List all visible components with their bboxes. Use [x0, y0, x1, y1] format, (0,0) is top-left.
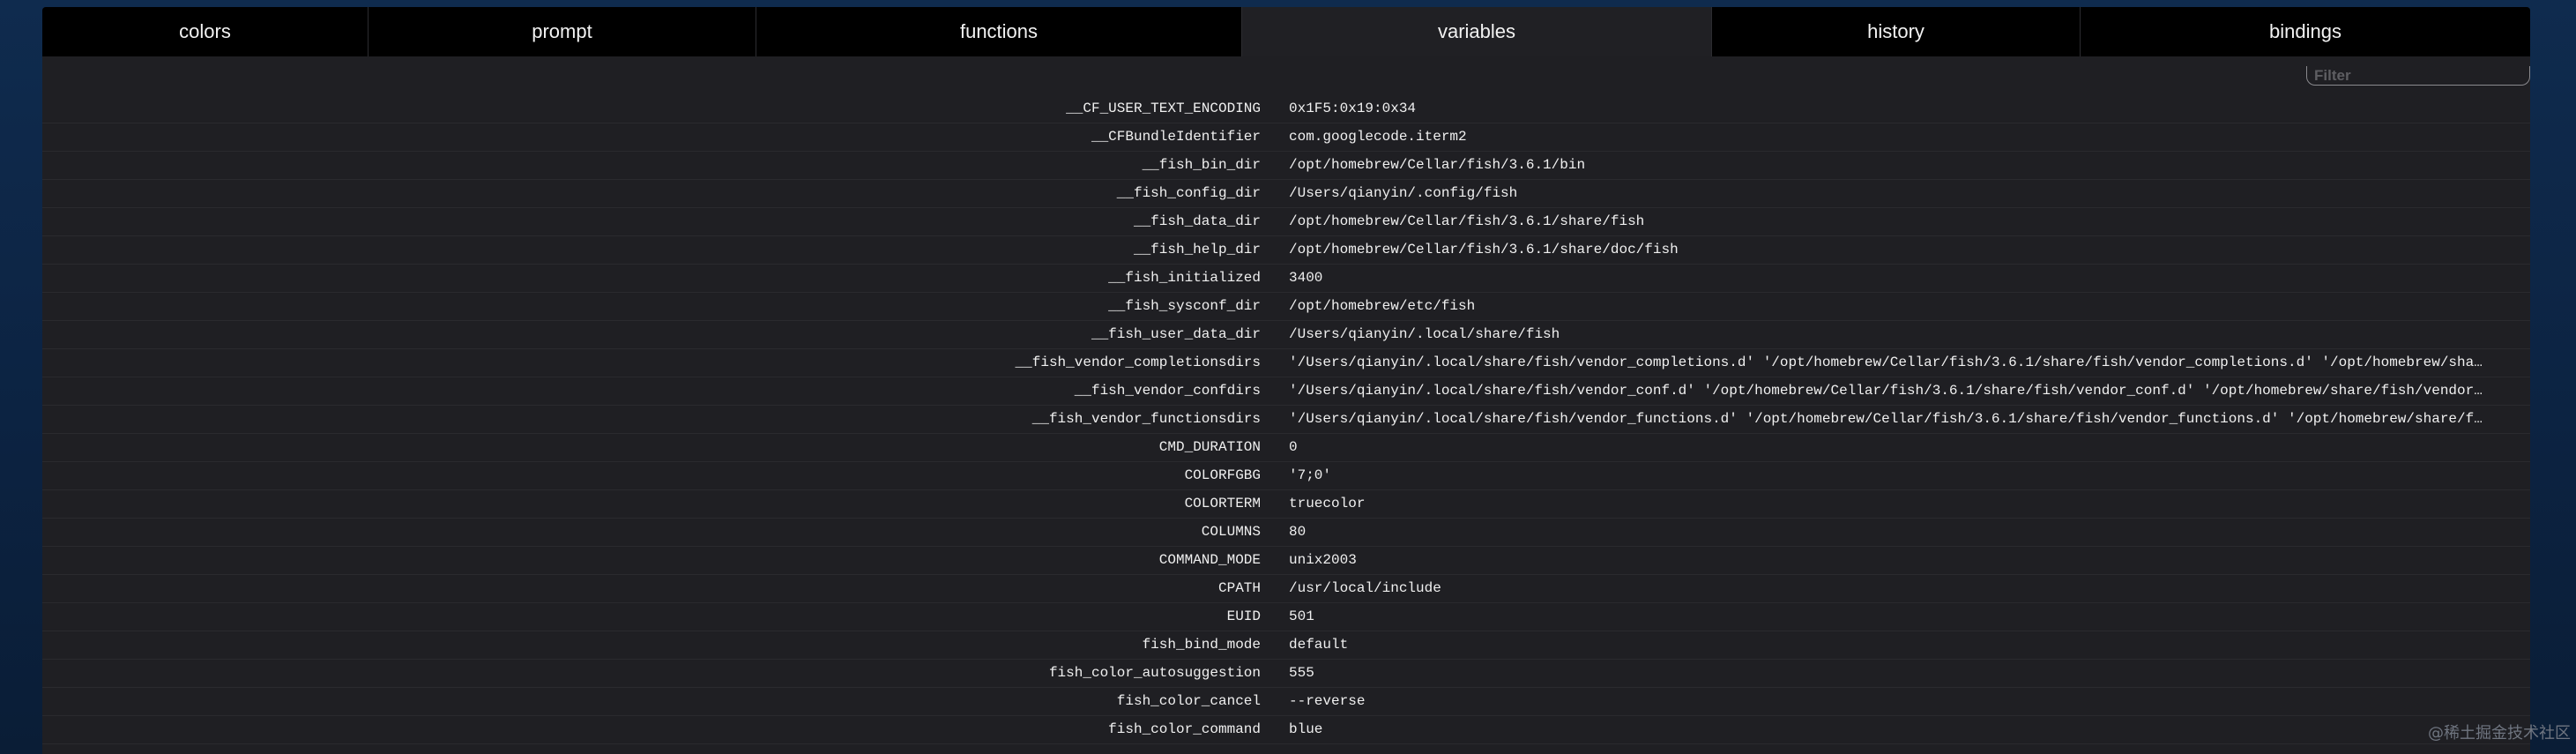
variable-name: __fish_sysconf_dir: [1108, 298, 1261, 314]
table-row[interactable]: fish_bind_mode default: [42, 631, 2530, 660]
table-row[interactable]: __fish_sysconf_dir /opt/homebrew/etc/fis…: [42, 293, 2530, 321]
variable-name: EUID: [1226, 608, 1261, 624]
variable-value: /opt/homebrew/Cellar/fish/3.6.1/bin: [1289, 157, 1586, 173]
variable-name: __fish_bin_dir: [1142, 157, 1261, 173]
tab-history[interactable]: history: [1712, 7, 2081, 56]
tab-prompt[interactable]: prompt: [369, 7, 756, 56]
variable-value: --reverse: [1289, 693, 1366, 709]
tab-bindings[interactable]: bindings: [2081, 7, 2530, 56]
variable-value: /usr/local/include: [1289, 580, 1441, 596]
variable-value: com.googlecode.iterm2: [1289, 129, 1467, 145]
variable-name: __CFBundleIdentifier: [1091, 129, 1261, 145]
variable-name: __fish_vendor_confdirs: [1074, 383, 1261, 399]
table-row[interactable]: __fish_data_dir /opt/homebrew/Cellar/fis…: [42, 208, 2530, 236]
filter-row: [42, 56, 2530, 95]
variable-value: blue: [1289, 721, 1323, 737]
variable-value: '/Users/qianyin/.local/share/fish/vendor…: [1289, 411, 2483, 427]
table-row[interactable]: COLORTERM truecolor: [42, 490, 2530, 519]
table-row[interactable]: fish_color_cancel --reverse: [42, 688, 2530, 716]
variable-value: /opt/homebrew/etc/fish: [1289, 298, 1476, 314]
table-row[interactable]: __fish_help_dir /opt/homebrew/Cellar/fis…: [42, 236, 2530, 265]
variable-value: /Users/qianyin/.config/fish: [1289, 185, 1518, 201]
variable-value: '/Users/qianyin/.local/share/fish/vendor…: [1289, 383, 2483, 399]
tab-bar: colors prompt functions variables histor…: [42, 7, 2530, 56]
table-row[interactable]: CPATH /usr/local/include: [42, 575, 2530, 603]
variable-name: COLORFGBG: [1184, 467, 1261, 483]
table-row[interactable]: CMD_DURATION 0: [42, 434, 2530, 462]
variable-value: 501: [1289, 608, 1314, 624]
variable-value: 3400: [1289, 270, 1323, 286]
variable-name: COMMAND_MODE: [1158, 552, 1261, 568]
variable-value: '/Users/qianyin/.local/share/fish/vendor…: [1289, 355, 2483, 370]
variable-name: fish_color_command: [1108, 721, 1261, 737]
variable-value: unix2003: [1289, 552, 1357, 568]
table-row[interactable]: COLORFGBG '7;0': [42, 462, 2530, 490]
variable-name: COLUMNS: [1201, 524, 1261, 540]
variable-value: 555: [1289, 665, 1314, 681]
variable-name: __fish_user_data_dir: [1091, 326, 1261, 342]
variable-value: 0: [1289, 439, 1298, 455]
variable-name: __fish_data_dir: [1133, 213, 1261, 229]
tab-variables[interactable]: variables: [1242, 7, 1712, 56]
variable-name: COLORTERM: [1184, 496, 1261, 511]
variable-name: fish_bind_mode: [1142, 637, 1261, 653]
variable-name: __fish_vendor_functionsdirs: [1031, 411, 1261, 427]
variable-name: fish_color_cancel: [1116, 693, 1261, 709]
tab-colors[interactable]: colors: [42, 7, 369, 56]
table-row[interactable]: __fish_initialized 3400: [42, 265, 2530, 293]
variable-name: __fish_help_dir: [1133, 242, 1261, 258]
table-row[interactable]: __CFBundleIdentifier com.googlecode.iter…: [42, 123, 2530, 152]
table-row[interactable]: __fish_vendor_confdirs '/Users/qianyin/.…: [42, 377, 2530, 406]
variable-value: /opt/homebrew/Cellar/fish/3.6.1/share/fi…: [1289, 213, 1645, 229]
variable-name: __fish_initialized: [1108, 270, 1261, 286]
variable-value: '7;0': [1289, 467, 1332, 483]
variable-name: CMD_DURATION: [1158, 439, 1261, 455]
variable-value: /Users/qianyin/.local/share/fish: [1289, 326, 1560, 342]
variable-name: __fish_vendor_completionsdirs: [1015, 355, 1261, 370]
variable-value: 0x1F5:0x19:0x34: [1289, 101, 1417, 116]
watermark: @稀土掘金技术社区: [2428, 724, 2571, 743]
table-row[interactable]: __fish_vendor_functionsdirs '/Users/qian…: [42, 406, 2530, 434]
variable-value: default: [1289, 637, 1349, 653]
table-row[interactable]: COLUMNS 80: [42, 519, 2530, 547]
variable-name: __CF_USER_TEXT_ENCODING: [1066, 101, 1261, 116]
tab-functions[interactable]: functions: [756, 7, 1242, 56]
table-row[interactable]: fish_color_command blue: [42, 716, 2530, 744]
table-row[interactable]: COMMAND_MODE unix2003: [42, 547, 2530, 575]
variable-value: 80: [1289, 524, 1307, 540]
variables-table: __CF_USER_TEXT_ENCODING 0x1F5:0x19:0x34 …: [42, 95, 2530, 744]
table-row[interactable]: EUID 501: [42, 603, 2530, 631]
variable-name: fish_color_autosuggestion: [1048, 665, 1261, 681]
fish-web-config-panel: colors prompt functions variables histor…: [42, 7, 2530, 754]
variable-name: CPATH: [1217, 580, 1261, 596]
variable-value: truecolor: [1289, 496, 1366, 511]
variable-value: /opt/homebrew/Cellar/fish/3.6.1/share/do…: [1289, 242, 1679, 258]
filter-input[interactable]: [2306, 66, 2530, 86]
table-row[interactable]: __fish_user_data_dir /Users/qianyin/.loc…: [42, 321, 2530, 349]
table-row[interactable]: __fish_config_dir /Users/qianyin/.config…: [42, 180, 2530, 208]
table-row[interactable]: fish_color_autosuggestion 555: [42, 660, 2530, 688]
table-row[interactable]: __fish_vendor_completionsdirs '/Users/qi…: [42, 349, 2530, 377]
table-row[interactable]: __fish_bin_dir /opt/homebrew/Cellar/fish…: [42, 152, 2530, 180]
table-row[interactable]: __CF_USER_TEXT_ENCODING 0x1F5:0x19:0x34: [42, 95, 2530, 123]
variable-name: __fish_config_dir: [1116, 185, 1261, 201]
